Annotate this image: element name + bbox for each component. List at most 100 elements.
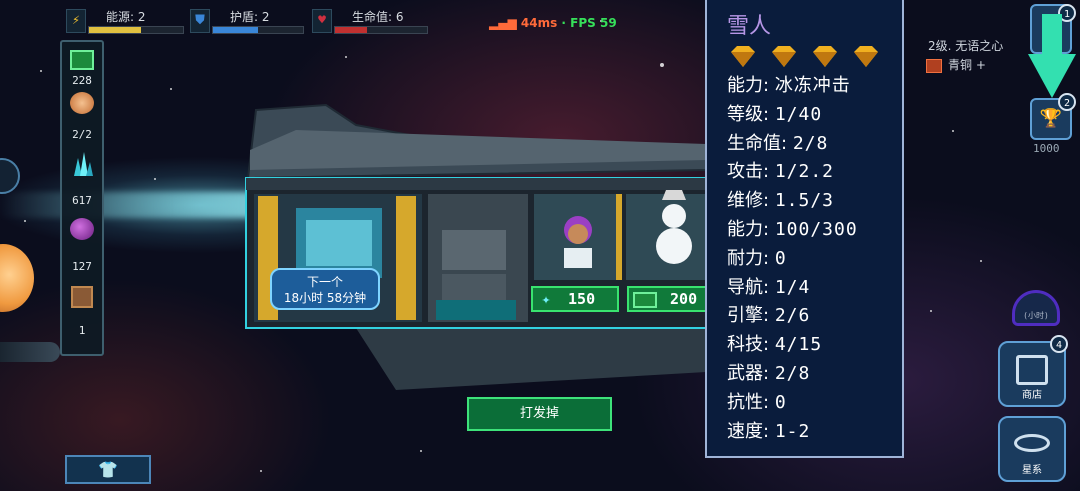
lightning-icon: ⚡ xyxy=(66,9,86,33)
crew-stat-label: 维修: xyxy=(727,190,770,212)
crew-stat-label: 攻击: xyxy=(727,161,770,183)
crew-stat-row: 速度: 1-2 xyxy=(727,417,810,443)
shirt-button[interactable]: 👕 xyxy=(65,455,151,484)
trophy-value: 1000 xyxy=(1033,142,1060,155)
cash-price: 200 xyxy=(670,290,698,308)
crate-icon xyxy=(71,286,93,308)
engine-beam xyxy=(0,192,260,218)
crew-stat-value: 1/4 xyxy=(774,276,811,298)
player-tier: 2级. 无语之心 xyxy=(928,39,1004,53)
crew-face-icon xyxy=(70,92,94,114)
shield-label: 护盾: 2 xyxy=(230,10,270,24)
planet-icon xyxy=(1014,434,1050,452)
shield-icon: ⛊ xyxy=(190,9,210,33)
crew-stat-row: 等级: 1/40 xyxy=(727,100,822,126)
crew-stat-label: 引擎: xyxy=(727,305,770,327)
galaxy-label: 星系 xyxy=(1022,465,1042,476)
cash-icon xyxy=(633,291,657,308)
orb-icon xyxy=(70,218,94,240)
crew-stat-row: 科技: 4/15 xyxy=(727,330,822,356)
crew-stat-value: 0 xyxy=(774,391,787,413)
diamond-icon xyxy=(731,46,755,67)
trophy-icon: 🏆 xyxy=(1039,108,1063,129)
diamond-icon xyxy=(854,46,878,67)
galaxy-button[interactable]: 星系 xyxy=(998,416,1066,482)
power-stat: ⚡ 能源: 2 xyxy=(66,6,186,36)
shield-bar xyxy=(212,26,304,34)
ping-text: 44ms xyxy=(520,16,558,30)
crew-stat-value: 100/300 xyxy=(774,219,858,240)
next-timer-pill[interactable]: 下一个 18小时 58分钟 xyxy=(270,268,380,310)
crew-stat-label: 速度: xyxy=(727,420,770,442)
crew-stat-label: 生命值: xyxy=(727,132,788,154)
rarity-gems xyxy=(729,46,893,72)
power-bar xyxy=(88,26,184,34)
crew-stat-row: 能力: 100/300 xyxy=(727,215,858,241)
league-icon xyxy=(926,58,942,73)
crew-stat-value: 2/8 xyxy=(792,132,829,154)
side-ship-silhouette xyxy=(0,342,60,362)
heart-icon: ♥ xyxy=(312,9,332,33)
player-ship xyxy=(245,103,707,390)
crew-value: 2/2 xyxy=(72,128,92,141)
crew-name: 雪人 xyxy=(727,14,772,39)
cash-icon xyxy=(70,50,94,70)
network-status: ▂▄▆ 44ms · FPS 59 xyxy=(489,16,617,30)
crew-stat-value: 2/6 xyxy=(774,305,811,327)
crystal-icon xyxy=(70,150,94,176)
dismiss-crew-button[interactable]: 打发掉 xyxy=(467,397,612,431)
crew-stat-row: 抗性: 0 xyxy=(727,388,787,414)
crew-stat-value: 0 xyxy=(774,247,787,269)
crew-stat-value: 1.5/3 xyxy=(774,190,834,212)
hp-bar xyxy=(334,26,428,34)
crew-stat-value: 2/8 xyxy=(774,363,811,384)
crystal-value: 617 xyxy=(72,194,92,207)
crew-stat-value: 冰冻冲击 xyxy=(774,75,851,96)
crew-stat-label: 武器: xyxy=(727,363,770,384)
diamond-icon xyxy=(813,46,837,67)
crew-stat-row: 导航: 1/4 xyxy=(727,273,810,299)
player-league: 青铜 + xyxy=(926,56,986,73)
signal-icon: ▂▄▆ xyxy=(489,16,517,30)
buy-with-cash-button[interactable]: 200 xyxy=(627,286,707,312)
crew-stat-value: 1/40 xyxy=(774,103,823,125)
trophy-badge: 2 xyxy=(1058,93,1076,111)
diamond-icon xyxy=(772,46,796,67)
crew-stat-label: 等级: xyxy=(727,103,770,125)
crate-value: 1 xyxy=(78,324,86,337)
crew-stat-label: 能力: xyxy=(727,219,770,240)
resource-panel: 228 2/2 617 127 1 xyxy=(60,40,104,356)
shop-label: 商店 xyxy=(1022,390,1042,401)
crew-stat-value: 1/2.2 xyxy=(774,161,834,183)
shop-badge: 4 xyxy=(1050,335,1068,353)
hp-label: 生命值: 6 xyxy=(352,10,404,24)
crew-stat-label: 能力: xyxy=(727,75,770,96)
crew-stat-row: 攻击: 1/2.2 xyxy=(727,157,834,183)
shirt-icon: 👕 xyxy=(98,460,118,479)
shield-stat: ⛊ 护盾: 2 xyxy=(190,6,308,36)
crew-stat-value: 1-2 xyxy=(774,420,811,442)
crew-stat-label: 导航: xyxy=(727,276,770,298)
hp-stat: ♥ 生命值: 6 xyxy=(312,6,430,36)
crew-stat-label: 耐力: xyxy=(727,247,770,269)
crew-stat-label: 科技: xyxy=(727,334,770,356)
power-label: 能源: 2 xyxy=(106,10,146,24)
crystal-icon: ✦ xyxy=(541,290,551,308)
buy-with-crystal-button[interactable]: ✦ 150 xyxy=(531,286,619,312)
gas-value: 228 xyxy=(72,74,92,87)
orb-value: 127 xyxy=(72,260,92,273)
shop-icon xyxy=(1016,355,1048,385)
fps-text: FPS 59 xyxy=(570,16,617,30)
crew-stat-row: 维修: 1.5/3 xyxy=(727,186,834,212)
crew-stat-row: 引擎: 2/6 xyxy=(727,301,810,327)
crew-stat-row: 能力: 冰冻冲击 xyxy=(727,71,851,97)
crystal-price: 150 xyxy=(568,290,596,308)
arrow-down-icon xyxy=(1028,14,1076,98)
crew-stat-label: 抗性: xyxy=(727,391,770,413)
crew-info-panel: 雪人 能力: 冰冻冲击 等级: 1/40 生命值: 2/8 攻击: 1/2.2 维修: … xyxy=(705,0,904,458)
timer-line1: 下一个 xyxy=(306,275,343,289)
crew-stat-row: 生命值: 2/8 xyxy=(727,129,828,155)
crew-stat-row: 武器: 2/8 xyxy=(727,359,810,385)
gauge-label: (小时) xyxy=(1023,311,1049,320)
crew-stat-row: 耐力: 0 xyxy=(727,244,787,270)
